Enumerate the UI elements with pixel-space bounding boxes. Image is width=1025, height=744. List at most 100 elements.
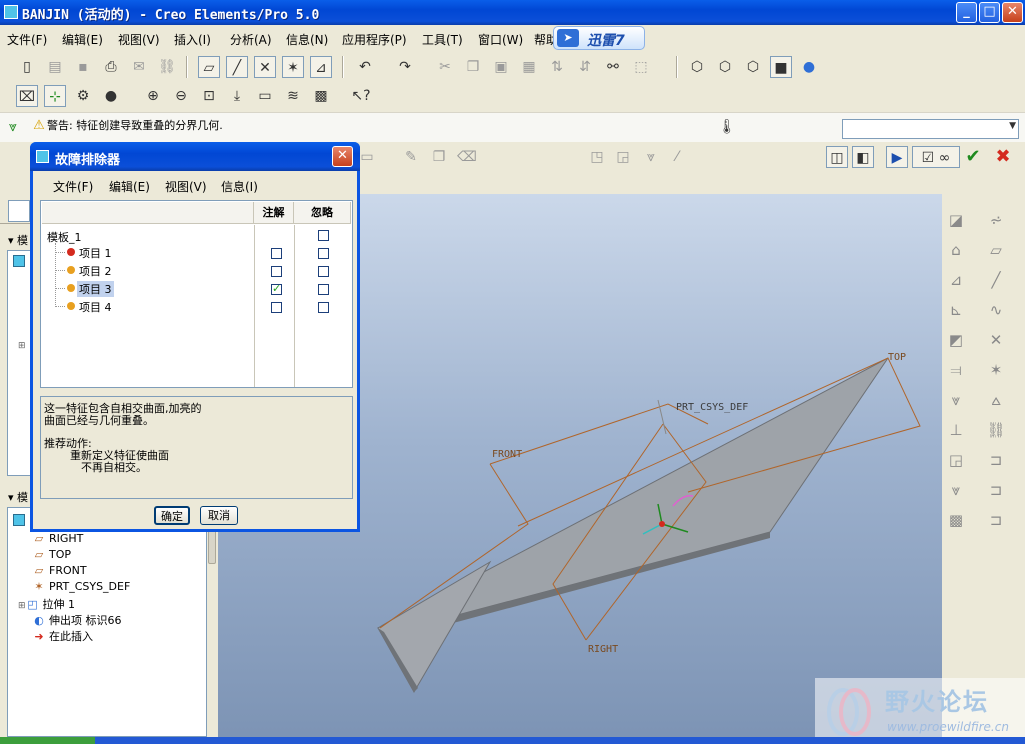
annotate-checkbox[interactable] [271,282,282,295]
ignore-checkbox[interactable] [318,302,329,313]
shading-icon[interactable]: ■ [770,56,792,78]
context-help-icon[interactable]: ↖? [350,85,372,107]
offset-icon[interactable]: ⁄ [666,146,688,168]
shell-icon[interactable]: ⌂ [944,238,968,262]
close-button[interactable]: ✕ [1002,2,1023,23]
filter-combo[interactable]: ▼ [842,119,1019,139]
menu-edit[interactable]: 编辑(E) [62,31,103,48]
zoom-in-icon[interactable]: ⊕ [142,85,164,107]
navigator-tab[interactable] [8,200,30,222]
menu-info[interactable]: 信息(N) [286,31,328,48]
layers-icon[interactable]: ≋ [282,85,304,107]
tree-item[interactable]: ➜ 在此插入 [32,628,93,644]
sweep-icon[interactable]: ◲ [944,448,968,472]
save-icon[interactable]: ▪ [72,56,94,78]
annotate-checkbox[interactable] [271,248,282,259]
ok-check-icon[interactable]: ✔ [962,146,984,168]
menu-view[interactable]: 视图(V) [118,31,160,48]
extend-icon[interactable]: ⩔ [640,146,662,168]
tree-top-header[interactable]: ▾ 模 [8,232,28,248]
list-item[interactable]: 项目 4 [79,299,112,315]
copy-geometry-icon[interactable]: ❐ [428,146,450,168]
cut-icon[interactable]: ✂ [434,56,456,78]
view-manager-icon[interactable]: ▩ [310,85,332,107]
csys-icon[interactable]: ✶ [984,358,1008,382]
regenerate-manager-icon[interactable]: ⇵ [574,56,596,78]
blend-icon[interactable]: ⩔ [944,478,968,502]
menu-window[interactable]: 窗口(W) [478,31,523,48]
tree-root[interactable]: 模板_1 [47,229,82,245]
menu-tools[interactable]: 工具(T) [422,31,463,48]
no-hidden-icon[interactable]: ⬡ [742,56,764,78]
orient-mode-icon[interactable]: ⚙ [72,85,94,107]
ok-button[interactable]: 确定 [154,506,190,525]
point-icon[interactable]: ✕ [984,328,1008,352]
tree-item[interactable]: ▱ TOP [32,548,71,561]
send-mail-icon[interactable]: ✉ [128,56,150,78]
pattern-icon[interactable]: ▩ [944,508,968,532]
dialog-titlebar[interactable]: 故障排除器 ✕ [30,142,360,171]
preview-toggle-icon[interactable]: ◧ [852,146,874,168]
curve-icon[interactable]: ∿ [984,298,1008,322]
datum-axis-display-icon[interactable]: ╱ [226,56,248,78]
tree-item[interactable]: ▱ RIGHT [32,532,84,545]
dialog-close-button[interactable]: ✕ [332,146,353,167]
wrap-icon[interactable]: ⊐ [984,508,1008,532]
appearance-icon[interactable]: ● [100,85,122,107]
cancel-x-icon[interactable]: ✖ [992,146,1014,168]
link-icon[interactable]: ⛓ [984,418,1008,442]
tree-item[interactable]: ⊞ ◰ 拉伸 1 [18,596,75,612]
zoom-out-icon[interactable]: ⊖ [170,85,192,107]
menu-file[interactable]: 文件(F) [7,31,47,48]
datum-plane-display-icon[interactable]: ▱ [198,56,220,78]
delete-geometry-icon[interactable]: ⌫ [456,146,478,168]
open-file-icon[interactable]: ▤ [44,56,66,78]
list-item[interactable]: 项目 1 [79,245,112,261]
start-button[interactable] [0,737,95,744]
list-item[interactable]: 项目 2 [79,263,112,279]
play-icon[interactable]: ▶ [886,146,908,168]
tree-bottom-header[interactable]: ▾ 模 [8,489,28,505]
merge-icon[interactable]: ◳ [586,146,608,168]
analysis-icon[interactable]: ⩟ [984,388,1008,412]
datum-point-display-icon[interactable]: ✕ [254,56,276,78]
reorient-icon[interactable]: ⤓ [226,85,248,107]
revolve-icon[interactable]: ⊥ [944,418,968,442]
xunlei-badge[interactable]: ➤ 迅雷7 [553,26,645,50]
repaint-icon[interactable]: ⌧ [16,85,38,107]
rib-icon[interactable]: ⊿ [944,268,968,292]
menu-analysis[interactable]: 分析(A) [230,31,272,48]
model-tree[interactable]: ▱ RIGHT ▱ TOP ▱ FRONT ✶ PRT_CSYS_DEF ⊞ ◰ 拉伸 1 … [7,507,207,737]
copy-icon[interactable]: ❐ [462,56,484,78]
print-icon[interactable]: ⎙ [100,56,122,78]
redo-icon[interactable]: ↷ [394,56,416,78]
datum-sketch-icon[interactable]: ⩫ [984,208,1008,232]
csys-display-icon[interactable]: ✶ [282,56,304,78]
ignore-checkbox[interactable] [318,248,329,259]
list-item-selected[interactable]: 项目 3 [77,281,114,297]
ignore-checkbox[interactable] [318,266,329,277]
dialog-menu-view[interactable]: 视图(V) [165,178,207,195]
intersect-icon[interactable]: ⊐ [984,448,1008,472]
dialog-menu-info[interactable]: 信息(I) [221,178,258,195]
dialog-menu-file[interactable]: 文件(F) [53,178,93,195]
column-header-annotate[interactable]: 注解 [254,202,294,224]
chamfer-icon[interactable]: ⫤ [944,358,968,382]
column-header-ignore[interactable]: 忽略 [294,202,351,224]
expand-icon[interactable]: ⊞ [18,601,26,611]
troubleshooter-list[interactable]: 注解 忽略 模板_1 项目 1 项目 2 项目 3 项目 4 [40,200,353,388]
minimize-button[interactable]: _ [956,2,977,23]
cancel-button[interactable]: 取消 [200,506,238,525]
extrude-icon[interactable]: ⩔ [944,388,968,412]
tree-item[interactable]: ✶ PRT_CSYS_DEF [32,580,130,593]
edit-feature-icon[interactable]: ✎ [400,146,422,168]
regenerate-icon[interactable]: ⇅ [546,56,568,78]
hidden-line-icon[interactable]: ⬡ [714,56,736,78]
ignore-checkbox[interactable] [318,284,329,295]
paste-icon[interactable]: ▣ [490,56,512,78]
tree-item[interactable]: ▱ FRONT [32,564,87,577]
select-box-icon[interactable]: ⬚ [630,56,652,78]
annotate-checkbox[interactable] [271,302,282,313]
project-icon[interactable]: ⊐ [984,478,1008,502]
axis-icon[interactable]: ╱ [984,268,1008,292]
